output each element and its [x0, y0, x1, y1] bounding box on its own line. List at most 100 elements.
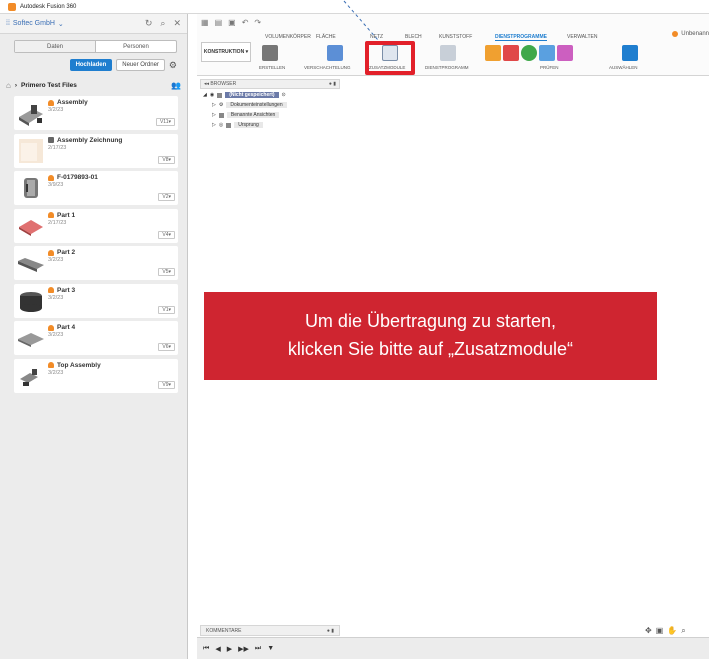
- breadcrumb: ⌂ › Primero Test Files 👥: [6, 79, 181, 91]
- project-name[interactable]: Primero Test Files: [21, 82, 167, 89]
- component-icon: [48, 324, 54, 331]
- timeline-marker-icon[interactable]: ▼: [267, 645, 274, 652]
- file-card[interactable]: Assembly 3/2/23 V11▾: [14, 96, 178, 130]
- inspect-menu[interactable]: PRÜFEN: [540, 65, 559, 70]
- folder-icon: [218, 112, 224, 118]
- team-selector[interactable]: ⁞⁞ Softec GmbH ⌄: [6, 20, 145, 28]
- expand-icon[interactable]: ▷: [212, 122, 216, 128]
- zoom-icon[interactable]: ⌕: [681, 626, 685, 636]
- nesting-menu[interactable]: VERSCHACHTELUNG: [304, 65, 351, 70]
- root-name: (Nicht gespeichert): [225, 92, 279, 98]
- tab-verwalten[interactable]: VERWALTEN: [567, 34, 597, 40]
- file-date: 3/9/23: [48, 182, 64, 188]
- tree-item[interactable]: ▷ Benannte Ansichten: [200, 110, 287, 120]
- section-icon[interactable]: [539, 45, 555, 61]
- undo-icon[interactable]: ↶: [242, 18, 249, 27]
- add-ins-highlight-box: [365, 41, 415, 75]
- select-icon[interactable]: [622, 45, 638, 61]
- tab-daten[interactable]: Daten: [15, 41, 95, 52]
- expand-icon[interactable]: ◢: [203, 92, 207, 98]
- version-badge[interactable]: V9▾: [158, 380, 175, 389]
- file-card[interactable]: F-0179893-01 3/9/23 V2▾: [14, 171, 178, 205]
- tab-volumenkoerper[interactable]: VOLUMENKÖRPER: [265, 34, 311, 40]
- add-comment-icon[interactable]: ● ▮: [327, 628, 334, 634]
- file-name: Part 2: [57, 249, 76, 256]
- version-badge[interactable]: V1▾: [158, 305, 175, 314]
- file-icon[interactable]: ▤: [215, 18, 223, 27]
- chevron-down-icon: ⌄: [57, 20, 64, 28]
- version-badge[interactable]: V2▾: [158, 193, 175, 201]
- data-people-tabs: Daten Personen: [14, 40, 177, 53]
- version-badge[interactable]: V8▾: [158, 155, 175, 164]
- create-menu[interactable]: ERSTELLEN: [259, 65, 285, 70]
- workspace-selector[interactable]: KONSTRUKTION ▾: [201, 42, 251, 62]
- redo-icon[interactable]: ↷: [254, 18, 261, 27]
- tab-dienstprogramme[interactable]: DIENSTPROGRAMME: [495, 34, 547, 41]
- visibility-icon[interactable]: ◉: [210, 92, 214, 98]
- go-to-end-icon[interactable]: ⏭: [255, 645, 261, 653]
- tab-blech[interactable]: BLECH: [405, 34, 422, 40]
- step-back-icon[interactable]: ◀: [215, 645, 220, 653]
- tree-root[interactable]: ◢ ◉ (Nicht gespeichert) ⊙: [200, 90, 287, 100]
- version-badge[interactable]: V5▾: [158, 268, 175, 276]
- close-icon[interactable]: ✕: [173, 18, 181, 29]
- file-name: F-0179893-01: [57, 174, 98, 181]
- tab-personen[interactable]: Personen: [95, 41, 176, 52]
- new-folder-button[interactable]: Neuer Ordner: [116, 59, 165, 71]
- tab-netz[interactable]: NETZ: [370, 34, 383, 40]
- assembly-thumbnail-icon: [20, 368, 38, 386]
- version-badge[interactable]: V11▾: [155, 118, 175, 126]
- refresh-icon[interactable]: ↻: [145, 18, 153, 29]
- component-icon: [48, 174, 54, 181]
- file-card[interactable]: Assembly Zeichnung 2/17/23 V8▾: [14, 133, 178, 168]
- activate-icon[interactable]: ⊙: [282, 92, 286, 98]
- file-card[interactable]: Part 1 2/17/23 V4▾: [14, 208, 178, 243]
- ribbon-tabs: VOLUMENKÖRPER FLÄCHE NETZ BLECH KUNSTSTO…: [197, 34, 709, 42]
- orbit-icon[interactable]: ✥: [645, 626, 652, 636]
- home-icon[interactable]: ⌂: [6, 81, 11, 90]
- utility-icon[interactable]: [440, 45, 456, 61]
- select-menu[interactable]: AUSWÄHLEN: [609, 65, 638, 70]
- people-icon[interactable]: 👥: [171, 81, 181, 90]
- utility-menu[interactable]: DIENSTPROGRAMM: [425, 65, 469, 70]
- file-card[interactable]: Top Assembly 3/2/23 V9▾: [14, 358, 178, 393]
- panel-actions: Hochladen Neuer Ordner ⚙: [0, 59, 177, 71]
- chevron-right-icon: ›: [14, 81, 18, 89]
- file-card[interactable]: Part 2 3/2/23 V5▾: [14, 246, 178, 280]
- upload-button[interactable]: Hochladen: [69, 59, 113, 71]
- interference-icon[interactable]: [503, 45, 519, 61]
- look-at-icon[interactable]: ▣: [656, 626, 664, 636]
- visibility-icon[interactable]: ◎: [219, 122, 223, 128]
- document-icon: [217, 92, 223, 98]
- expand-icon[interactable]: ▷: [212, 112, 216, 118]
- instruction-line-1: Um die Übertragung zu starten,: [304, 311, 557, 331]
- comments-panel-header[interactable]: KOMMENTARE ● ▮: [200, 625, 340, 636]
- version-badge[interactable]: V4▾: [158, 230, 175, 239]
- measure-icon[interactable]: [485, 45, 501, 61]
- panel-options-icon[interactable]: ● ▮: [329, 81, 336, 87]
- go-to-start-icon[interactable]: ⏮: [203, 645, 209, 653]
- drawing-thumbnail-icon: [19, 138, 43, 163]
- pan-icon[interactable]: ✋: [667, 626, 677, 636]
- tree-item[interactable]: ▷ ⚙ Dokumenteinstellungen: [200, 100, 287, 110]
- tab-flaeche[interactable]: FLÄCHE: [316, 34, 336, 40]
- version-badge[interactable]: V6▾: [158, 343, 175, 351]
- step-forward-icon[interactable]: ▶▶: [238, 645, 249, 653]
- app-menu-icon[interactable]: ▦: [201, 18, 209, 27]
- nesting-icon[interactable]: [327, 45, 343, 61]
- timeline-bar: ⏮ ◀ ▶ ▶▶ ⏭ ▼: [197, 637, 709, 659]
- curvature-icon[interactable]: [521, 45, 537, 61]
- tab-kunststoff[interactable]: KUNSTSTOFF: [439, 34, 472, 40]
- drawing-icon: [48, 137, 54, 143]
- play-icon[interactable]: ▶: [227, 645, 232, 653]
- gear-icon[interactable]: ⚙: [169, 60, 177, 71]
- search-icon[interactable]: ⌕: [160, 18, 165, 29]
- save-icon[interactable]: ▣: [228, 18, 236, 27]
- tree-item[interactable]: ▷ ◎ Ursprung: [200, 120, 287, 130]
- create-icon[interactable]: [262, 45, 278, 61]
- zebra-icon[interactable]: [557, 45, 573, 61]
- file-card[interactable]: Part 4 3/2/23 V6▾: [14, 321, 178, 355]
- file-card[interactable]: Part 3 3/2/23 V1▾: [14, 283, 178, 318]
- assembly-thumbnail-icon: [19, 105, 43, 126]
- expand-icon[interactable]: ▷: [212, 102, 216, 108]
